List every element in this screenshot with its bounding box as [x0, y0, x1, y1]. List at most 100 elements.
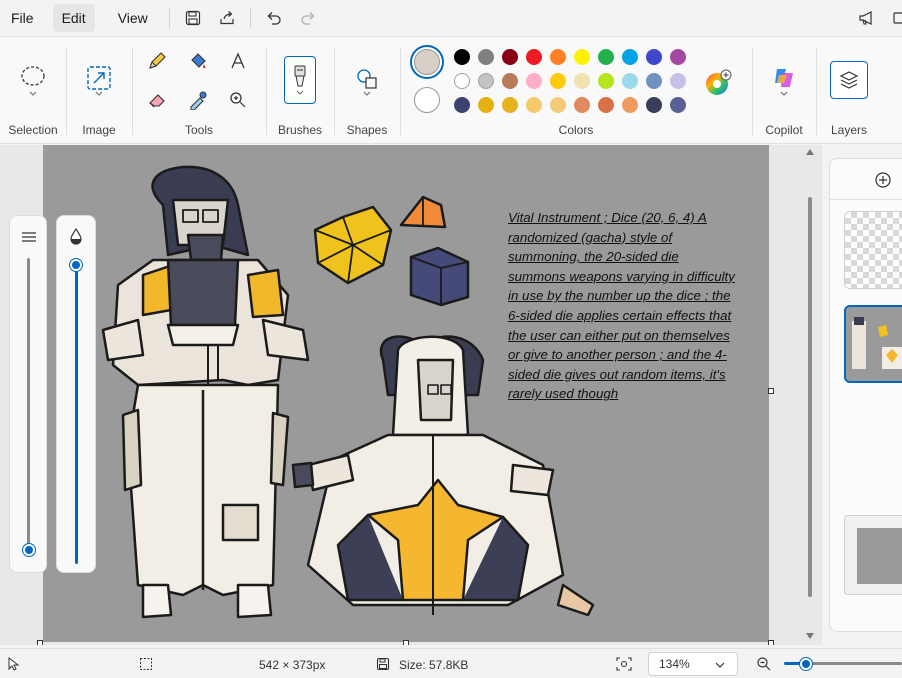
brushes-button[interactable]	[284, 56, 316, 104]
selection-button[interactable]	[17, 57, 49, 103]
opacity-slider[interactable]	[56, 215, 96, 573]
layer-background-swatch[interactable]	[844, 515, 902, 595]
tools-group-label: Tools	[184, 123, 213, 137]
color-swatch[interactable]	[502, 73, 518, 89]
shapes-group-label: Shapes	[346, 123, 388, 137]
vertical-scrollbar[interactable]	[803, 145, 817, 645]
zoom-slider-thumb[interactable]	[800, 658, 812, 670]
scrollbar-thumb[interactable]	[808, 197, 812, 597]
menu-edit[interactable]: Edit	[52, 4, 95, 32]
save-button[interactable]	[176, 4, 210, 32]
shapes-button[interactable]	[351, 61, 383, 103]
color-swatch[interactable]	[646, 49, 662, 65]
brush-size-track	[27, 258, 30, 548]
magnifier-icon	[230, 92, 246, 108]
color-swatch[interactable]	[526, 73, 542, 89]
color-swatch[interactable]	[598, 49, 614, 65]
copilot-button[interactable]	[768, 59, 800, 103]
color-swatch[interactable]	[454, 97, 470, 113]
fit-to-window-icon[interactable]	[616, 657, 632, 671]
resize-handle-bottom-right[interactable]	[768, 640, 774, 645]
primary-color-fill	[414, 49, 440, 75]
share-icon	[220, 11, 234, 25]
opacity-track	[75, 266, 78, 564]
color-swatch[interactable]	[670, 73, 686, 89]
share-button[interactable]	[210, 4, 244, 32]
d20-die	[313, 205, 393, 285]
opacity-thumb[interactable]	[70, 259, 82, 271]
resize-handle-right[interactable]	[768, 388, 774, 394]
divider	[168, 8, 170, 28]
layer-thumbnail-artwork[interactable]	[844, 305, 902, 383]
color-swatch[interactable]	[454, 73, 470, 89]
resize-handle-bottom[interactable]	[403, 640, 409, 645]
image-button[interactable]	[83, 59, 115, 103]
zoom-slider[interactable]	[784, 658, 902, 670]
color-swatch[interactable]	[454, 49, 470, 65]
scroll-up-icon	[806, 149, 814, 155]
color-swatch[interactable]	[550, 73, 566, 89]
color-swatch[interactable]	[598, 73, 614, 89]
color-swatch[interactable]	[622, 49, 638, 65]
colors-group: Colors	[400, 37, 752, 145]
brush-size-thumb[interactable]	[23, 544, 35, 556]
canvas-annotation-text: Vital Instrument ; Dice (20, 6, 4) A ran…	[508, 210, 735, 402]
color-swatch[interactable]	[670, 49, 686, 65]
feedback-button[interactable]	[850, 4, 884, 32]
color-swatch[interactable]	[574, 73, 590, 89]
color-swatch[interactable]	[502, 97, 518, 113]
save-icon	[185, 10, 200, 26]
color-swatch[interactable]	[646, 73, 662, 89]
menu-file[interactable]: File	[2, 4, 43, 32]
color-swatch[interactable]	[502, 49, 518, 65]
color-swatch[interactable]	[526, 97, 542, 113]
color-swatch[interactable]	[670, 97, 686, 113]
brush-size-icon	[22, 232, 36, 242]
secondary-color-swatch[interactable]	[414, 87, 440, 113]
text-tool[interactable]	[222, 45, 254, 77]
color-swatch[interactable]	[526, 49, 542, 65]
add-layer-button[interactable]	[874, 171, 896, 193]
brush-icon	[294, 65, 306, 87]
brush-size-slider[interactable]	[9, 215, 47, 573]
color-picker-tool[interactable]	[182, 84, 214, 116]
color-swatch[interactable]	[622, 97, 638, 113]
resize-handle-bottom-left[interactable]	[37, 640, 43, 645]
selection-group-label: Selection	[8, 123, 58, 137]
color-swatch[interactable]	[478, 97, 494, 113]
scroll-down-icon	[806, 633, 814, 639]
zoom-slider-track	[806, 662, 902, 665]
color-swatch[interactable]	[622, 73, 638, 89]
color-swatch[interactable]	[478, 49, 494, 65]
drawing-canvas[interactable]: Vital Instrument ; Dice (20, 6, 4) A ran…	[43, 145, 769, 642]
menu-view[interactable]: View	[109, 4, 157, 32]
primary-color-swatch[interactable]	[410, 45, 444, 79]
layer-thumbnail-top[interactable]	[844, 211, 902, 289]
undo-button[interactable]	[257, 4, 291, 32]
color-swatch[interactable]	[550, 97, 566, 113]
color-swatch[interactable]	[598, 97, 614, 113]
color-swatch[interactable]	[478, 73, 494, 89]
color-swatch[interactable]	[574, 49, 590, 65]
redo-button[interactable]	[291, 4, 325, 32]
edit-colors-button[interactable]	[704, 69, 732, 97]
shapes-icon	[357, 69, 377, 89]
fill-tool[interactable]	[182, 45, 214, 77]
zoom-out-icon[interactable]	[756, 656, 772, 672]
color-swatch[interactable]	[574, 97, 590, 113]
layers-button[interactable]	[830, 61, 868, 99]
magnifier-tool[interactable]	[222, 84, 254, 116]
standing-character	[101, 165, 310, 619]
d4-die	[399, 195, 447, 229]
color-swatch[interactable]	[550, 49, 566, 65]
cursor-icon	[8, 657, 20, 671]
account-button[interactable]	[884, 4, 902, 32]
zoom-dropdown[interactable]: 134%	[648, 652, 738, 676]
eraser-tool[interactable]	[141, 84, 173, 116]
paint-bucket-icon	[191, 53, 206, 69]
chevron-down-icon	[296, 90, 304, 95]
text-icon	[231, 52, 245, 69]
layers-group: Layers	[816, 37, 882, 145]
pencil-tool[interactable]	[141, 45, 173, 77]
color-swatch[interactable]	[646, 97, 662, 113]
